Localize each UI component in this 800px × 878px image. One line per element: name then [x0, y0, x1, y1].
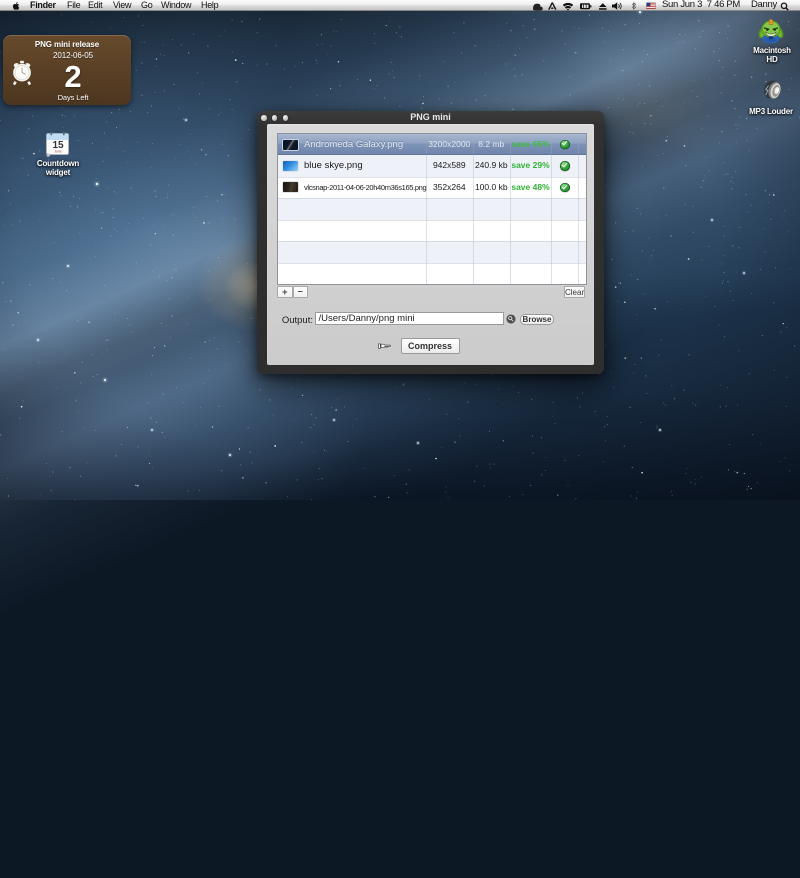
svg-text:June: June — [54, 149, 61, 153]
